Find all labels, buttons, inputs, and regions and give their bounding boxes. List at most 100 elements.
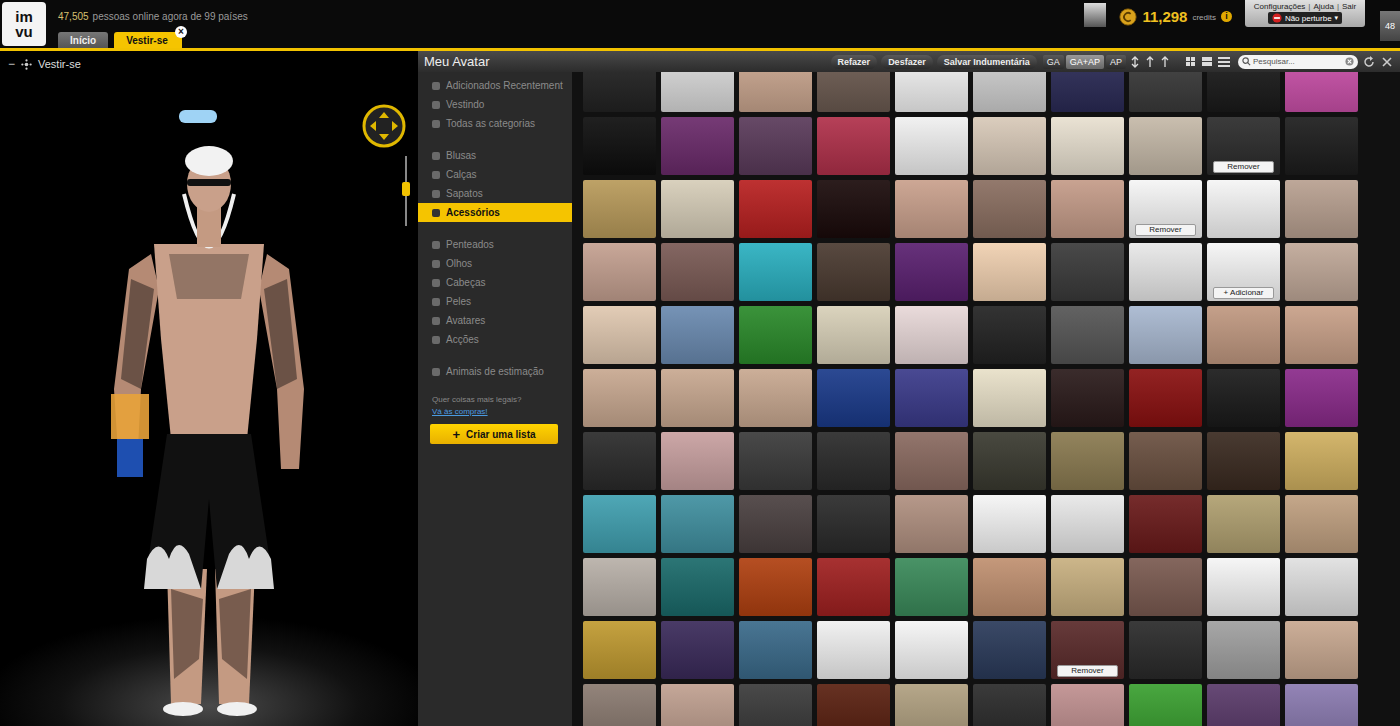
imvu-logo[interactable]: imvu bbox=[2, 2, 46, 46]
product-tile[interactable] bbox=[973, 117, 1046, 175]
product-tile[interactable] bbox=[973, 243, 1046, 301]
product-tile[interactable] bbox=[973, 558, 1046, 616]
product-tile[interactable] bbox=[1129, 72, 1202, 112]
product-tile[interactable] bbox=[817, 306, 890, 364]
product-tile[interactable]: Remover bbox=[1051, 621, 1124, 679]
product-tile[interactable] bbox=[1051, 180, 1124, 238]
product-tile[interactable] bbox=[739, 306, 812, 364]
product-tile[interactable] bbox=[583, 117, 656, 175]
tab-close-button[interactable]: × bbox=[175, 26, 187, 38]
product-tile[interactable] bbox=[817, 558, 890, 616]
product-tile[interactable]: Remover bbox=[1129, 180, 1202, 238]
product-tile[interactable] bbox=[973, 180, 1046, 238]
category-item[interactable]: Acessórios bbox=[418, 203, 572, 222]
product-tile[interactable] bbox=[1207, 558, 1280, 616]
product-tile[interactable] bbox=[1051, 243, 1124, 301]
product-tile[interactable]: + Adicionar bbox=[1207, 243, 1280, 301]
shop-link[interactable]: Vá às compras! bbox=[432, 406, 558, 418]
camera-control[interactable] bbox=[361, 103, 407, 149]
product-tile[interactable] bbox=[661, 72, 734, 112]
product-tile[interactable] bbox=[1285, 369, 1358, 427]
product-tile[interactable] bbox=[1129, 495, 1202, 553]
product-tile[interactable] bbox=[817, 180, 890, 238]
zoom-knob[interactable] bbox=[402, 182, 410, 196]
product-tile[interactable] bbox=[895, 243, 968, 301]
category-item[interactable]: Olhos bbox=[418, 254, 572, 273]
product-tile[interactable] bbox=[661, 180, 734, 238]
product-tile[interactable] bbox=[1051, 72, 1124, 112]
toolbar-button[interactable]: Salvar Indumentária bbox=[937, 55, 1037, 69]
product-tile[interactable] bbox=[817, 684, 890, 726]
category-item[interactable]: Todas as categorias bbox=[418, 114, 572, 133]
product-tile[interactable] bbox=[1051, 117, 1124, 175]
product-tile[interactable] bbox=[895, 369, 968, 427]
product-tile[interactable] bbox=[1285, 117, 1358, 175]
product-tile[interactable] bbox=[817, 369, 890, 427]
product-tile[interactable] bbox=[583, 495, 656, 553]
product-tile[interactable] bbox=[661, 495, 734, 553]
product-tile[interactable] bbox=[739, 558, 812, 616]
category-item[interactable]: Calças bbox=[418, 165, 572, 184]
product-tile[interactable] bbox=[1285, 621, 1358, 679]
toolbar-button[interactable]: Desfazer bbox=[881, 55, 933, 69]
refresh-icon[interactable] bbox=[1362, 55, 1376, 69]
product-tile[interactable] bbox=[1129, 432, 1202, 490]
product-tile[interactable] bbox=[1129, 306, 1202, 364]
zoom-slider[interactable] bbox=[402, 156, 410, 226]
filter-button[interactable]: GA bbox=[1043, 55, 1064, 69]
product-tile[interactable] bbox=[973, 306, 1046, 364]
product-tile[interactable] bbox=[1285, 180, 1358, 238]
product-tile[interactable] bbox=[583, 621, 656, 679]
product-tile[interactable] bbox=[1129, 369, 1202, 427]
product-tile[interactable] bbox=[739, 684, 812, 726]
product-tile[interactable] bbox=[739, 369, 812, 427]
product-tile[interactable] bbox=[583, 369, 656, 427]
tile-action-button[interactable]: Remover bbox=[1057, 665, 1118, 677]
toolbar-button[interactable]: Refazer bbox=[831, 55, 878, 69]
search-input[interactable] bbox=[1253, 57, 1343, 66]
tile-action-button[interactable]: Remover bbox=[1135, 224, 1196, 236]
product-tile[interactable] bbox=[1285, 72, 1358, 112]
product-tile[interactable] bbox=[817, 432, 890, 490]
status-dropdown[interactable]: Não perturbe▾ bbox=[1268, 12, 1342, 24]
product-tile[interactable] bbox=[1285, 243, 1358, 301]
product-tile[interactable] bbox=[895, 306, 968, 364]
product-tile[interactable] bbox=[661, 432, 734, 490]
tab[interactable]: Início bbox=[58, 32, 108, 48]
product-tile[interactable] bbox=[817, 117, 890, 175]
search-field[interactable] bbox=[1238, 55, 1358, 69]
product-tile[interactable] bbox=[583, 306, 656, 364]
product-tile[interactable] bbox=[583, 432, 656, 490]
product-tile[interactable] bbox=[739, 72, 812, 112]
product-tile[interactable] bbox=[1285, 495, 1358, 553]
product-tile[interactable] bbox=[817, 495, 890, 553]
product-tile[interactable] bbox=[661, 306, 734, 364]
product-tile[interactable] bbox=[1207, 432, 1280, 490]
product-tile[interactable] bbox=[1207, 621, 1280, 679]
category-item[interactable]: Avatares bbox=[418, 311, 572, 330]
product-tile[interactable] bbox=[973, 369, 1046, 427]
category-item[interactable]: Vestindo bbox=[418, 95, 572, 114]
product-tile[interactable] bbox=[1285, 684, 1358, 726]
product-tile[interactable] bbox=[895, 621, 968, 679]
settings-link[interactable]: Ajuda bbox=[1313, 2, 1333, 11]
close-icon[interactable] bbox=[1380, 55, 1394, 69]
product-tile[interactable] bbox=[973, 72, 1046, 112]
product-tile[interactable] bbox=[817, 243, 890, 301]
product-tile[interactable] bbox=[1129, 243, 1202, 301]
product-tile[interactable] bbox=[895, 684, 968, 726]
category-item[interactable]: Acções bbox=[418, 330, 572, 349]
product-tile[interactable] bbox=[739, 495, 812, 553]
product-tile[interactable] bbox=[661, 621, 734, 679]
product-tile[interactable] bbox=[1051, 558, 1124, 616]
product-tile[interactable] bbox=[1051, 684, 1124, 726]
product-tile[interactable] bbox=[895, 558, 968, 616]
product-tile[interactable] bbox=[1207, 369, 1280, 427]
product-tile[interactable] bbox=[1207, 306, 1280, 364]
category-item[interactable]: Blusas bbox=[418, 146, 572, 165]
product-tile[interactable] bbox=[1207, 684, 1280, 726]
view-mode-icon[interactable] bbox=[1184, 55, 1234, 69]
tile-action-button[interactable]: + Adicionar bbox=[1213, 287, 1274, 299]
product-tile[interactable] bbox=[817, 621, 890, 679]
product-tile[interactable] bbox=[739, 117, 812, 175]
